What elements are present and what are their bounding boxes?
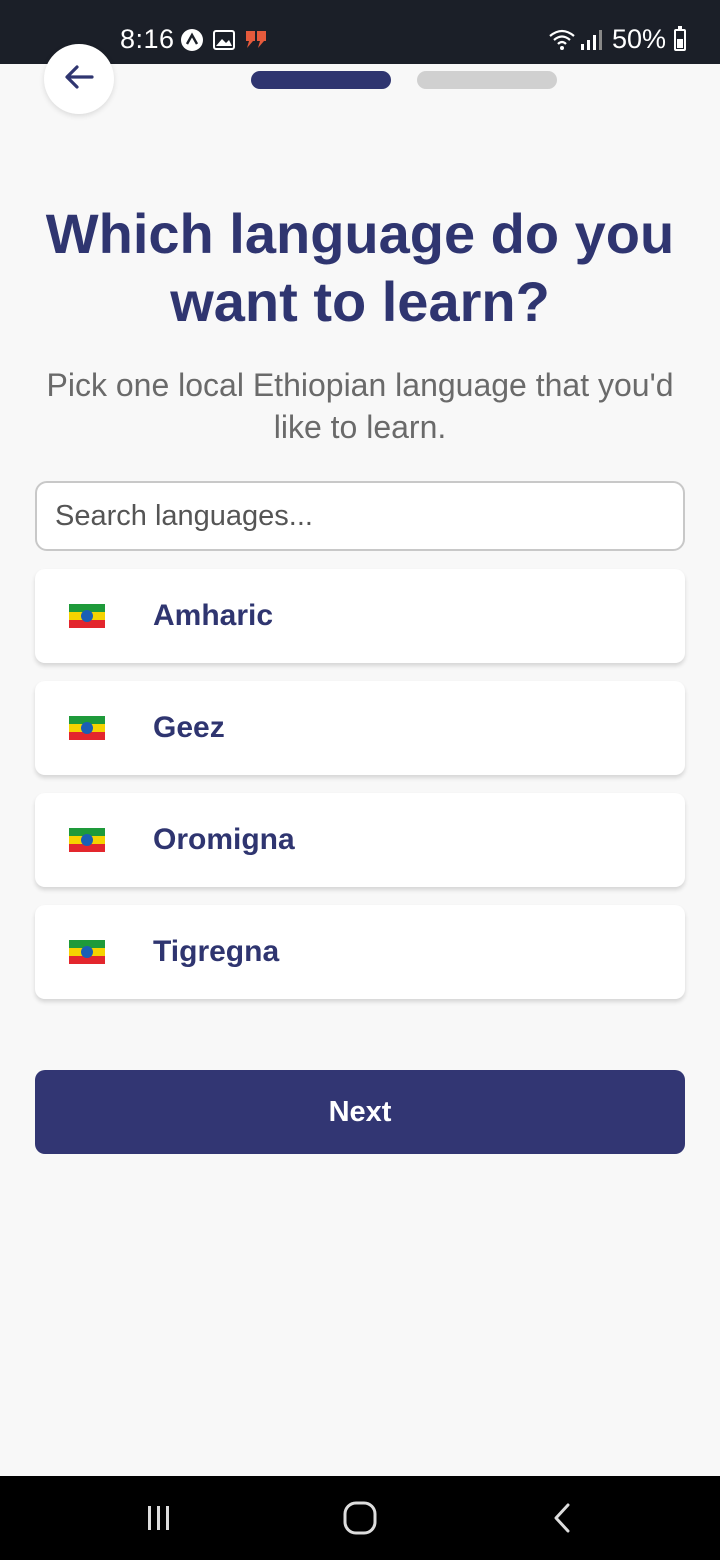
recent-apps-icon[interactable]: [134, 1496, 184, 1540]
search-input[interactable]: [35, 481, 685, 551]
language-item-tigregna[interactable]: Tigregna: [35, 905, 685, 999]
page-subtitle: Pick one local Ethiopian language that y…: [46, 367, 674, 445]
system-status: 50%: [548, 24, 686, 55]
ethiopia-flag-icon: [69, 940, 105, 964]
language-item-amharic[interactable]: Amharic: [35, 569, 685, 663]
language-list: Amharic Geez Oromigna Tigregna: [35, 569, 685, 1017]
home-icon[interactable]: [335, 1496, 385, 1540]
battery-icon: [674, 25, 686, 51]
signal-icon: [580, 28, 604, 52]
battery-percent: 50%: [611, 24, 666, 54]
app-icon: [180, 28, 204, 52]
ethiopia-flag-icon: [69, 828, 105, 852]
page-title: Which language do you want to learn?: [45, 202, 675, 333]
status-bar: 8:16 50%: [0, 0, 720, 64]
ethiopia-flag-icon: [69, 716, 105, 740]
language-label: Tigregna: [153, 935, 280, 968]
notification-icons: [180, 28, 268, 52]
system-nav-bar: [0, 1476, 720, 1560]
back-nav-icon[interactable]: [537, 1496, 587, 1540]
arrow-left-icon: [62, 60, 96, 99]
wifi-icon: [548, 28, 575, 52]
language-item-oromigna[interactable]: Oromigna: [35, 793, 685, 887]
ethiopia-flag-icon: [69, 604, 105, 628]
quote-icon: [244, 28, 268, 52]
back-button[interactable]: [44, 44, 114, 114]
language-label: Amharic: [153, 599, 274, 632]
progress-step-1: [251, 71, 391, 89]
gallery-icon: [212, 28, 236, 52]
status-time: 8:16: [120, 24, 175, 54]
language-label: Oromigna: [153, 823, 295, 856]
language-label: Geez: [153, 711, 225, 744]
progress-step-2: [417, 71, 557, 89]
next-button[interactable]: Next: [35, 1070, 685, 1154]
language-item-geez[interactable]: Geez: [35, 681, 685, 775]
